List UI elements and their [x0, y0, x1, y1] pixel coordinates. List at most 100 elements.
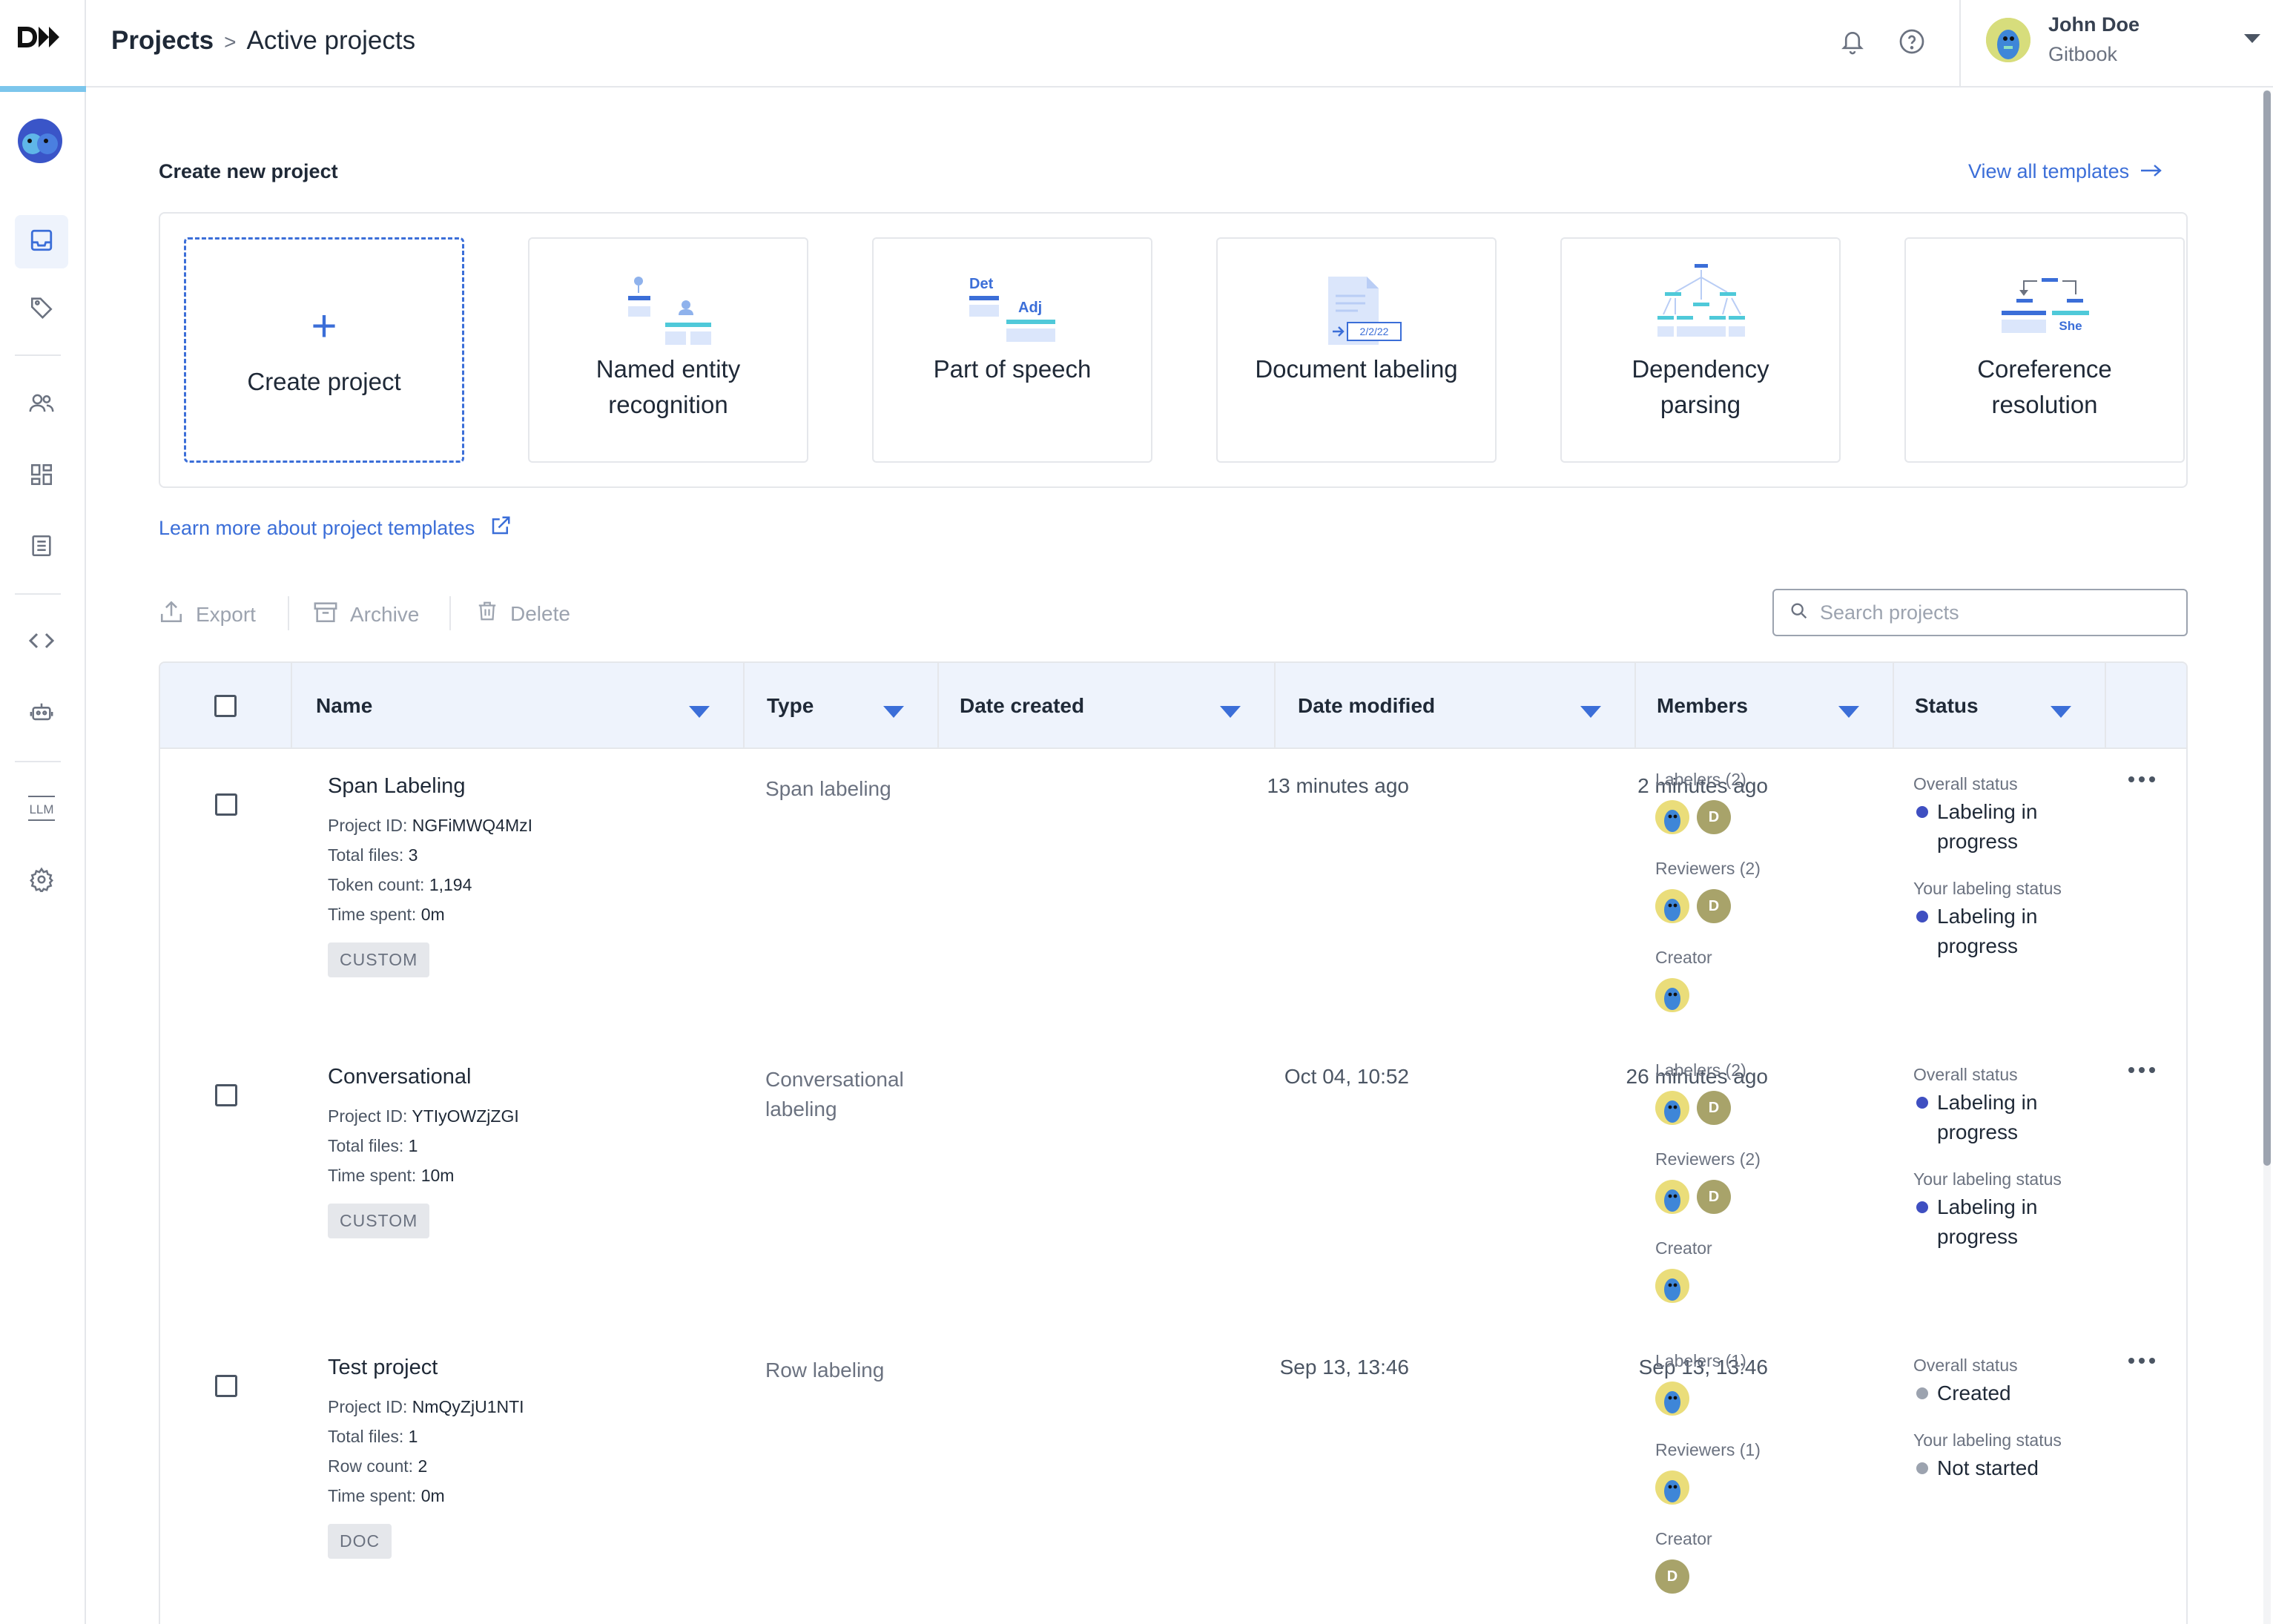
- column-header-members[interactable]: Members: [1636, 663, 1894, 749]
- export-button[interactable]: Export: [159, 599, 256, 630]
- breadcrumb-separator: >: [224, 30, 237, 53]
- search-input[interactable]: [1818, 600, 2174, 625]
- templates-panel: + Create project Named entity recognitio…: [159, 212, 2188, 488]
- column-header-label: Status: [1915, 694, 1979, 717]
- avatar[interactable]: D: [1697, 800, 1731, 834]
- avatar[interactable]: [1655, 889, 1689, 923]
- arrow-right-icon: [2140, 160, 2163, 183]
- column-header-name[interactable]: Name: [292, 663, 745, 749]
- avatar[interactable]: [1655, 1091, 1689, 1125]
- archive-button[interactable]: Archive: [313, 599, 419, 630]
- sidebar-item-documents[interactable]: [15, 521, 68, 574]
- avatar[interactable]: D: [1655, 1559, 1689, 1594]
- more-actions-button[interactable]: [2127, 1065, 2157, 1079]
- labelers-label: Labelers (1): [1655, 1351, 1746, 1370]
- sidebar-item-team[interactable]: [15, 378, 68, 432]
- page-scrollbar-thumb[interactable]: [2263, 90, 2271, 1166]
- sort-caret-icon[interactable]: [883, 700, 905, 724]
- avatar[interactable]: [1655, 1382, 1689, 1416]
- avatar[interactable]: D: [1697, 1180, 1731, 1214]
- column-header-type[interactable]: Type: [745, 663, 939, 749]
- column-header-label: Type: [767, 694, 814, 717]
- column-header-date-created[interactable]: Date created: [939, 663, 1276, 749]
- sidebar-item-tags[interactable]: [15, 282, 68, 335]
- template-card-dependency[interactable]: Dependency parsing: [1560, 237, 1841, 463]
- project-name[interactable]: Test project: [328, 1356, 524, 1380]
- more-horizontal-icon: [2127, 775, 2157, 788]
- creator-group: Creator: [1655, 948, 1761, 1037]
- create-project-card[interactable]: + Create project: [184, 237, 464, 463]
- your-status: Labeling in progress: [1913, 1192, 2076, 1252]
- sort-caret-icon[interactable]: [1580, 700, 1602, 724]
- project-name[interactable]: Conversational: [328, 1065, 519, 1089]
- column-header-date-modified[interactable]: Date modified: [1276, 663, 1636, 749]
- avatar[interactable]: D: [1697, 889, 1731, 923]
- inbox-icon: [29, 228, 54, 257]
- user-menu[interactable]: John Doe Gitbook: [1959, 0, 2273, 86]
- select-all-checkbox[interactable]: [214, 695, 237, 717]
- avatar[interactable]: [1655, 1180, 1689, 1214]
- template-label: Document labeling: [1255, 355, 1458, 383]
- your-status: Labeling in progress: [1913, 902, 2076, 961]
- sort-caret-icon[interactable]: [2050, 700, 2072, 724]
- learn-more-templates-link[interactable]: Learn more about project templates: [159, 515, 512, 542]
- avatar[interactable]: [1655, 978, 1689, 1012]
- toolbar-divider: [288, 596, 289, 630]
- template-card-ner[interactable]: Named entity recognition: [528, 237, 808, 463]
- avatar[interactable]: [1655, 1269, 1689, 1303]
- template-card-document[interactable]: 2/2/22 Document labeling: [1216, 237, 1497, 463]
- delete-button[interactable]: Delete: [476, 599, 570, 628]
- row-checkbox[interactable]: [215, 1084, 237, 1106]
- sidebar-divider: [15, 593, 61, 595]
- sidebar-item-settings[interactable]: [15, 854, 68, 908]
- export-icon: [159, 599, 184, 630]
- project-meta: Project ID: YTIyOWZjZGI Total files: 1 T…: [328, 1101, 519, 1190]
- more-actions-button[interactable]: [2127, 774, 2157, 788]
- search-box[interactable]: [1772, 589, 2188, 636]
- llm-icon: LLM: [27, 795, 56, 825]
- overall-status-value: Labeling in progress: [1937, 1091, 2038, 1143]
- sidebar-item-api[interactable]: [15, 615, 68, 669]
- meta-label: Row count:: [328, 1456, 414, 1476]
- sidebar-item-automation[interactable]: [15, 687, 68, 740]
- avatar[interactable]: [1655, 800, 1689, 834]
- template-card-pos[interactable]: Det Adj Part of speech: [872, 237, 1152, 463]
- status-dot: [1916, 1097, 1928, 1109]
- workspace-avatar[interactable]: [18, 119, 62, 163]
- create-project-section-title: Create new project: [159, 160, 338, 182]
- column-header-status[interactable]: Status: [1894, 663, 2106, 749]
- chevron-down-icon[interactable]: [2243, 33, 2262, 48]
- sidebar-item-llm[interactable]: LLM: [15, 783, 68, 836]
- table-row[interactable]: Conversational Project ID: YTIyOWZjZGI T…: [160, 1060, 2186, 1354]
- row-checkbox[interactable]: [215, 1375, 237, 1397]
- avatar[interactable]: [1655, 1470, 1689, 1505]
- reviewers-group: Reviewers (2) D: [1655, 1149, 1761, 1238]
- sort-caret-icon[interactable]: [1219, 700, 1241, 724]
- table-row[interactable]: Span Labeling Project ID: NGFiMWQ4MzI To…: [160, 770, 2186, 1063]
- notifications-button[interactable]: [1832, 22, 1873, 64]
- document-list-icon: [29, 533, 54, 562]
- help-button[interactable]: [1891, 22, 1933, 64]
- bell-icon: [1839, 27, 1866, 59]
- template-card-coreference[interactable]: She Coreference resolution: [1904, 237, 2185, 463]
- sidebar-item-projects[interactable]: [15, 215, 68, 268]
- table-row[interactable]: Test project Project ID: NmQyZjU1NTI Tot…: [160, 1351, 2186, 1623]
- meta-label: Time spent:: [328, 1166, 417, 1185]
- reviewers-group: Reviewers (2) D: [1655, 859, 1761, 948]
- project-name[interactable]: Span Labeling: [328, 774, 532, 799]
- sort-caret-icon[interactable]: [1838, 700, 1860, 724]
- sort-caret-icon[interactable]: [688, 700, 710, 724]
- overall-status-value: Labeling in progress: [1937, 800, 2038, 853]
- sidebar-item-dashboard[interactable]: [15, 449, 68, 503]
- overall-status-label: Overall status: [1913, 1065, 2018, 1084]
- creator-label: Creator: [1655, 1238, 1712, 1258]
- app-logo[interactable]: [16, 24, 62, 54]
- dependency-illustration-icon: [1655, 264, 1746, 351]
- breadcrumb-projects[interactable]: Projects: [111, 26, 214, 55]
- row-checkbox[interactable]: [215, 793, 237, 816]
- more-actions-button[interactable]: [2127, 1356, 2157, 1370]
- project-type: Conversational labeling: [765, 1068, 904, 1120]
- avatar[interactable]: D: [1697, 1091, 1731, 1125]
- view-all-templates-link[interactable]: View all templates: [1968, 160, 2163, 183]
- archive-icon: [313, 599, 338, 630]
